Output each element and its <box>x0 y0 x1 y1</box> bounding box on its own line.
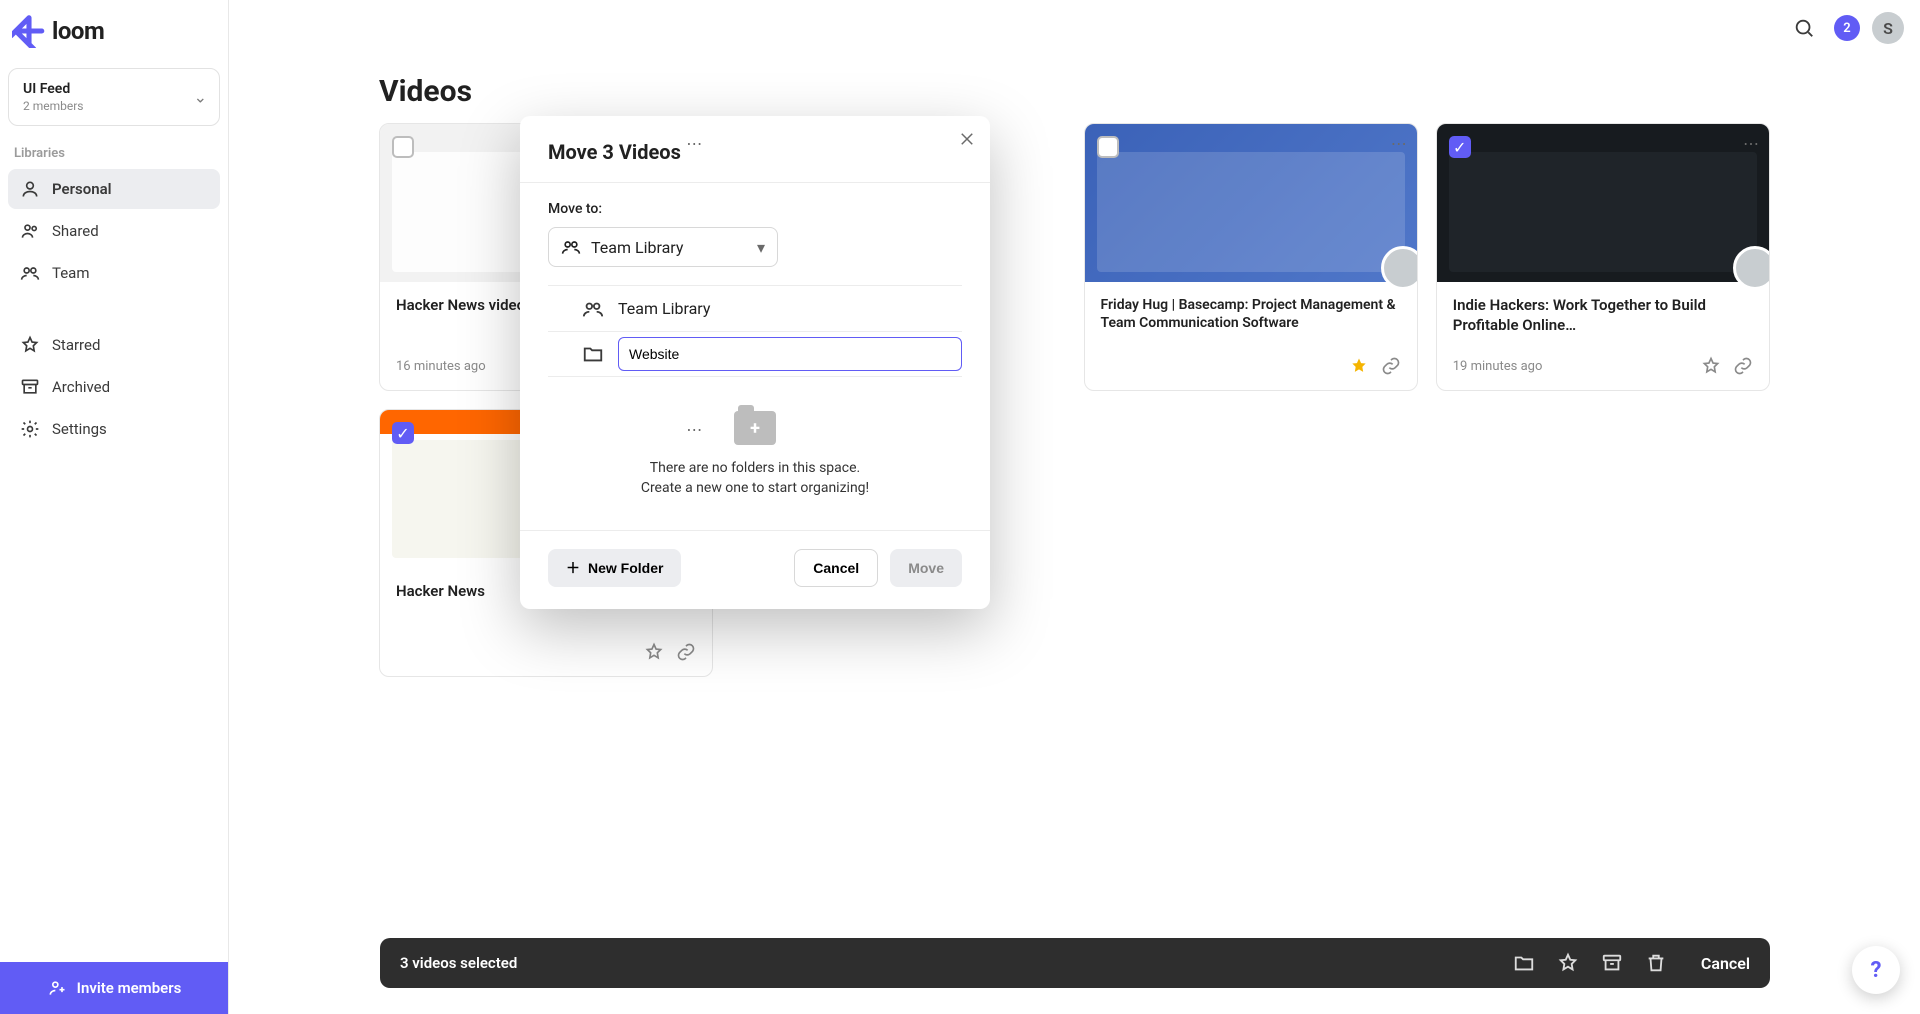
folder-plus-icon <box>734 411 776 445</box>
folder-label: Team Library <box>618 299 710 318</box>
move-videos-modal: Move 3 Videos Move to: Team Library ▾ Te… <box>520 116 990 609</box>
modal-title: Move 3 Videos <box>520 116 990 182</box>
chevron-down-icon: ▾ <box>757 238 765 257</box>
help-button[interactable]: ? <box>1852 946 1900 994</box>
plus-icon: ＋ <box>566 558 580 578</box>
card-more-button[interactable]: ⋯ <box>1743 134 1759 153</box>
new-folder-label: New Folder <box>588 560 663 576</box>
select-checkbox[interactable] <box>1097 136 1119 158</box>
select-checkbox[interactable] <box>392 136 414 158</box>
close-icon <box>958 130 976 148</box>
folder-icon <box>582 343 604 365</box>
card-more-button[interactable]: ⋯ <box>686 420 702 439</box>
modal-footer: ＋ New Folder Cancel Move <box>520 530 990 609</box>
card-more-button[interactable]: ⋯ <box>1391 134 1407 153</box>
destination-value: Team Library <box>591 238 683 257</box>
cancel-button[interactable]: Cancel <box>794 549 878 587</box>
folder-row-new <box>548 331 962 377</box>
card-more-button[interactable]: ⋯ <box>686 134 702 153</box>
empty-line-2: Create a new one to start organizing! <box>548 479 962 499</box>
destination-select[interactable]: Team Library ▾ <box>548 227 778 267</box>
move-to-label: Move to: <box>548 201 962 217</box>
team-icon <box>561 237 581 257</box>
new-folder-button[interactable]: ＋ New Folder <box>548 549 681 587</box>
team-icon <box>582 298 604 320</box>
empty-line-1: There are no folders in this space. <box>548 459 962 479</box>
move-button[interactable]: Move <box>890 549 962 587</box>
folder-row-team-library[interactable]: Team Library <box>548 285 962 331</box>
select-checkbox[interactable]: ✓ <box>1449 136 1471 158</box>
select-checkbox[interactable]: ✓ <box>392 422 414 444</box>
empty-folder-state: There are no folders in this space. Crea… <box>548 377 962 508</box>
new-folder-name-input[interactable] <box>618 337 962 371</box>
folder-list: Team Library <box>548 285 962 377</box>
modal-close-button[interactable] <box>958 130 976 152</box>
